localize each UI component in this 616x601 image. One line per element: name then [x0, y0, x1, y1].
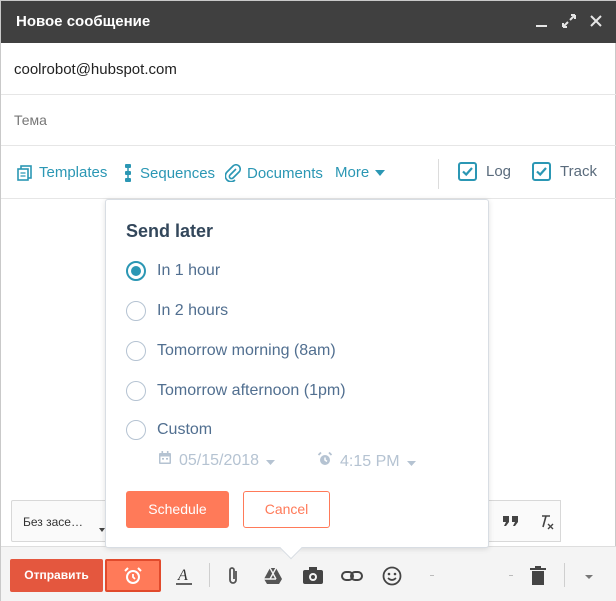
option-label: Custom [157, 421, 213, 438]
radio-icon [126, 420, 146, 440]
format-toolbar-right [487, 500, 561, 542]
drive-icon[interactable] [262, 565, 284, 587]
window-title: Новое сообщение [16, 13, 151, 30]
custom-date-picker[interactable]: 05/15/2018 [158, 451, 276, 470]
option-label: In 2 hours [157, 302, 229, 319]
track-checkbox[interactable]: Track [532, 162, 597, 181]
option-label: Tomorrow morning (8am) [157, 342, 336, 359]
templates-label: Templates [39, 164, 108, 181]
hubspot-toolbar: Templates Sequences Documents More Log T… [1, 146, 616, 199]
option-custom[interactable]: Custom [126, 420, 212, 440]
caret-down-icon [406, 453, 416, 471]
font-selector[interactable]: Без засе… [11, 500, 107, 542]
bottombar-divider [209, 563, 210, 587]
minimize-icon[interactable] [533, 11, 553, 31]
alarm-clock-icon [123, 566, 143, 591]
caret-down-icon [266, 452, 276, 470]
cancel-button[interactable]: Cancel [243, 491, 330, 528]
log-label: Log [486, 163, 512, 180]
quote-icon[interactable] [502, 514, 520, 533]
text-format-icon[interactable]: A [173, 565, 195, 587]
bottombar-dash [430, 575, 434, 576]
compose-window: Новое сообщение coolrobot@hubspot.com Те… [0, 0, 616, 601]
recipient-field[interactable]: coolrobot@hubspot.com [1, 43, 616, 95]
subject-field[interactable]: Тема [1, 95, 616, 146]
radio-icon [126, 301, 146, 321]
documents-label: Documents [247, 164, 323, 182]
more-options-icon[interactable] [582, 565, 604, 587]
log-checkbox[interactable]: Log [458, 162, 511, 181]
option-in-1-hour[interactable]: In 1 hour [126, 261, 220, 281]
custom-time-picker[interactable]: 4:15 PM [317, 451, 416, 472]
templates-icon [17, 164, 33, 181]
option-in-2-hours[interactable]: In 2 hours [126, 301, 228, 321]
radio-selected-icon [126, 261, 146, 281]
radio-icon [126, 381, 146, 401]
subject-placeholder: Тема [14, 112, 47, 128]
option-label: Tomorrow afternoon (1pm) [157, 382, 346, 399]
option-tomorrow-morning[interactable]: Tomorrow morning (8am) [126, 341, 336, 361]
alarm-clock-icon [317, 451, 333, 472]
send-later-popover: Send later In 1 hour In 2 hours Tomorrow… [105, 199, 489, 560]
compose-titlebar: Новое сообщение [1, 1, 616, 43]
camera-icon[interactable] [302, 565, 324, 587]
more-label: More [335, 164, 370, 181]
more-dropdown[interactable]: More [335, 164, 386, 181]
documents-button[interactable]: Documents [225, 164, 323, 182]
sequences-label: Sequences [140, 164, 216, 182]
font-label: Без засе… [23, 515, 83, 529]
link-icon[interactable] [341, 565, 363, 587]
sequences-icon [122, 164, 134, 182]
paperclip-icon [225, 164, 241, 182]
emoji-icon[interactable] [381, 565, 403, 587]
track-label: Track [560, 163, 597, 180]
close-icon[interactable] [586, 11, 606, 31]
send-button[interactable]: Отправить [10, 559, 103, 592]
sequences-button[interactable]: Sequences [122, 164, 215, 182]
option-tomorrow-afternoon[interactable]: Tomorrow afternoon (1pm) [126, 381, 346, 401]
toolbar-divider [438, 159, 439, 189]
compose-bottombar: Отправить A [1, 546, 616, 601]
option-label: In 1 hour [157, 262, 221, 279]
bottombar-dash [509, 575, 513, 576]
send-later-button[interactable] [105, 559, 161, 592]
checkbox-checked-icon [458, 162, 477, 181]
expand-icon[interactable] [559, 11, 579, 31]
radio-icon [126, 341, 146, 361]
recipient-value: coolrobot@hubspot.com [14, 61, 177, 78]
custom-time-value: 4:15 PM [340, 452, 400, 470]
calendar-icon [158, 451, 172, 470]
checkbox-checked-icon [532, 162, 551, 181]
svg-text:A: A [177, 567, 188, 584]
schedule-button[interactable]: Schedule [126, 491, 229, 528]
trash-icon[interactable] [527, 565, 549, 587]
attach-icon[interactable] [223, 565, 245, 587]
popover-title: Send later [126, 221, 214, 241]
clear-formatting-icon[interactable] [538, 513, 556, 536]
templates-button[interactable]: Templates [17, 164, 107, 181]
bottombar-divider [564, 563, 565, 587]
caret-down-icon [375, 169, 386, 176]
custom-date-value: 05/15/2018 [179, 451, 260, 469]
